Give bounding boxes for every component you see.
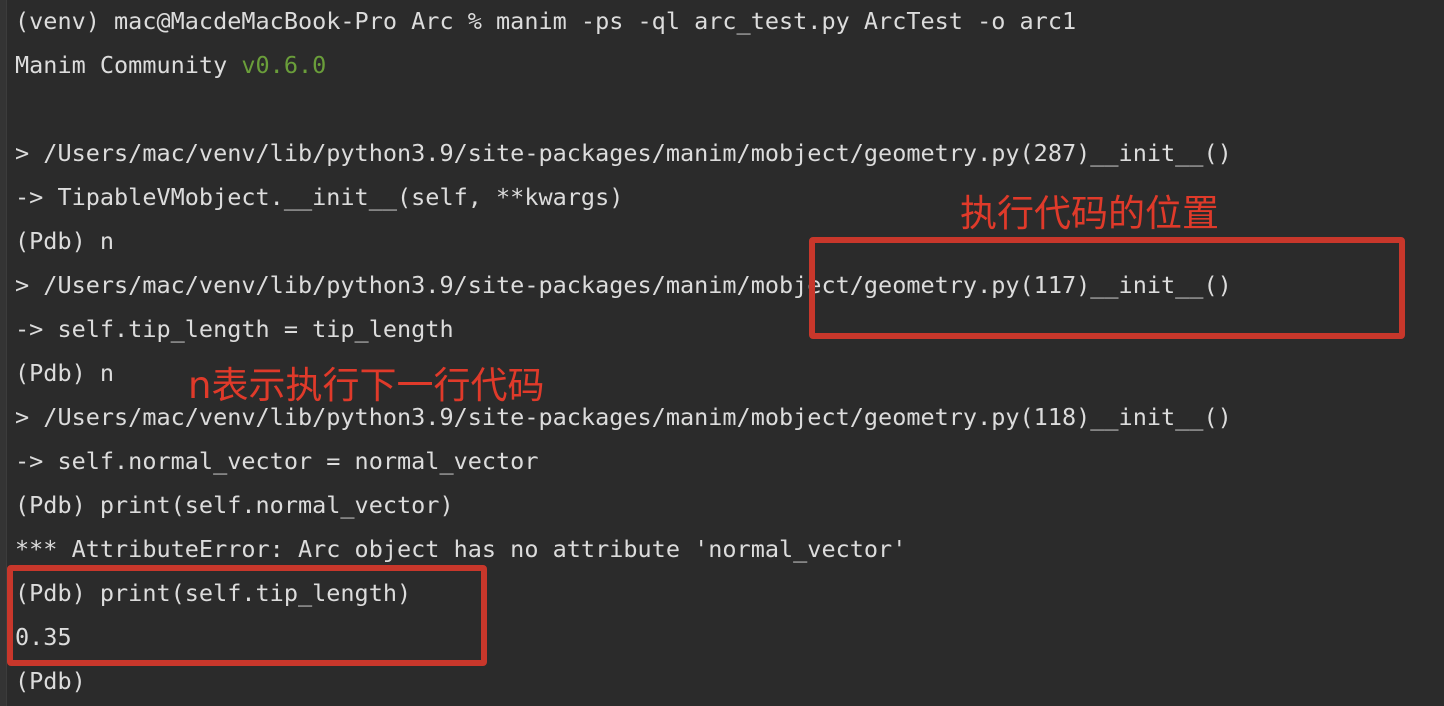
terminal-left-gutter — [0, 0, 7, 706]
version-number: v0.6.0 — [241, 51, 327, 79]
terminal-line-command: (venv) mac@MacdeMacBook-Pro Arc % manim … — [15, 7, 1077, 35]
terminal-window[interactable]: (venv) mac@MacdeMacBook-Pro Arc % manim … — [0, 0, 1444, 706]
terminal-line-prompt[interactable]: (Pdb) — [15, 666, 86, 696]
terminal-line-code: -> self.tip_length = tip_length — [15, 315, 454, 343]
version-prefix: Manim Community — [15, 51, 242, 79]
terminal-line-pdb: (Pdb) print(self.normal_vector) — [15, 491, 454, 519]
highlight-box-print-result — [7, 565, 487, 666]
annotation-exec-location: 执行代码的位置 — [960, 192, 1219, 235]
terminal-line-location: > /Users/mac/venv/lib/python3.9/site-pac… — [15, 139, 1232, 167]
terminal-line-error: *** AttributeError: Arc object has no at… — [15, 535, 907, 563]
terminal-line-version: Manim Community v0.6.0 — [15, 50, 326, 80]
terminal-line-pdb: (Pdb) n — [15, 359, 115, 387]
highlight-box-location — [809, 237, 1405, 339]
terminal-line-code: -> TipableVMobject.__init__(self, **kwar… — [15, 183, 624, 211]
terminal-line-code: -> self.normal_vector = normal_vector — [15, 447, 539, 475]
annotation-n-next-line: n表示执行下一行代码 — [188, 364, 545, 407]
terminal-line-pdb: (Pdb) n — [15, 227, 115, 255]
